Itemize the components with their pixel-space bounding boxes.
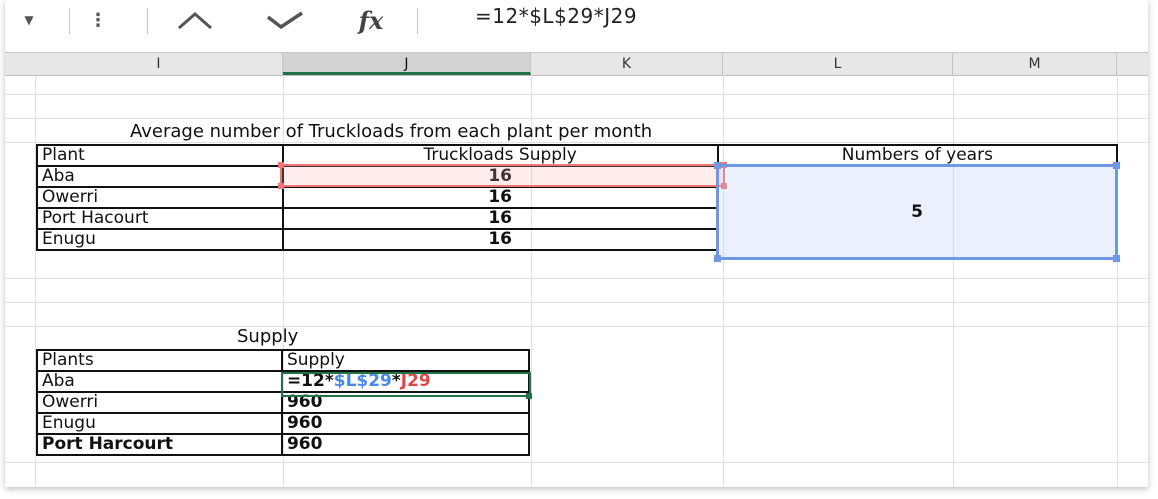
table2-title: Supply bbox=[237, 326, 299, 347]
cell-plants-enugu[interactable]: Enugu bbox=[36, 412, 283, 435]
column-header-I[interactable]: I bbox=[35, 53, 283, 75]
cell-truckloads-enugu[interactable]: 16 bbox=[281, 228, 719, 251]
grid-line bbox=[5, 118, 1148, 119]
grid-line bbox=[5, 278, 1148, 279]
grid-line bbox=[5, 326, 1148, 327]
cell-truckloads-aba[interactable]: 16 bbox=[281, 165, 719, 188]
cell-supply-owerri[interactable]: 960 bbox=[280, 391, 531, 414]
cancel-glyph bbox=[178, 12, 212, 30]
cell-plant-aba[interactable]: Aba bbox=[36, 165, 284, 188]
grid-line bbox=[723, 75, 724, 487]
grid-line bbox=[953, 75, 954, 487]
formula-bar-separator bbox=[69, 8, 70, 34]
formula-operator: * bbox=[391, 371, 401, 391]
header-years[interactable]: Numbers of years bbox=[716, 144, 1119, 167]
insert-function-button[interactable]: fx bbox=[350, 6, 392, 35]
checkmark-glyph bbox=[266, 11, 303, 30]
column-header-row: I J K L M bbox=[5, 52, 1148, 76]
chevron-down-icon[interactable]: ▼ bbox=[19, 6, 39, 34]
table1-title: Average number of Truckloads from each p… bbox=[130, 121, 653, 142]
checkmark-icon[interactable] bbox=[263, 6, 307, 34]
formula-prefix: =12* bbox=[286, 371, 334, 391]
supply-table: Plants Supply Aba =12*$L$29*J29 Owerri 9… bbox=[36, 349, 531, 456]
formula-ref-L29: $L$29 bbox=[333, 371, 392, 391]
cell-truckloads-owerri[interactable]: 16 bbox=[281, 186, 719, 209]
cell-plant-owerri[interactable]: Owerri bbox=[36, 186, 284, 209]
header-truckloads[interactable]: Truckloads Supply bbox=[281, 144, 719, 167]
cell-truckloads-porthacourt[interactable]: 16 bbox=[281, 207, 719, 230]
cell-plant-porthacourt[interactable]: Port Hacourt bbox=[36, 207, 284, 230]
grid-line bbox=[1117, 75, 1118, 487]
cell-plant-enugu[interactable]: Enugu bbox=[36, 228, 284, 251]
header-supply[interactable]: Supply bbox=[280, 349, 531, 372]
grid-line bbox=[5, 462, 1148, 463]
years-value[interactable]: 5 bbox=[716, 164, 1118, 260]
grid-line bbox=[5, 94, 1148, 95]
vertical-dots-icon[interactable]: ⋮ bbox=[87, 6, 109, 34]
cancel-icon[interactable] bbox=[173, 6, 217, 34]
grid-line bbox=[5, 302, 1148, 303]
formula-bar-separator bbox=[147, 8, 148, 34]
column-header-L[interactable]: L bbox=[723, 53, 953, 75]
formula-bar-separator bbox=[417, 8, 418, 34]
cell-supply-aba-formula[interactable]: =12*$L$29*J29 bbox=[280, 370, 531, 393]
cell-plants-owerri[interactable]: Owerri bbox=[36, 391, 283, 414]
cell-plants-portharcourt[interactable]: Port Harcourt bbox=[36, 433, 283, 456]
column-header-J[interactable]: J bbox=[283, 53, 531, 75]
cell-supply-portharcourt[interactable]: 960 bbox=[280, 433, 531, 456]
spreadsheet-window: ▼ ⋮ fx =12*$L$29*J29 I J K L M Average n… bbox=[5, 0, 1148, 487]
column-header-K[interactable]: K bbox=[531, 53, 723, 75]
formula-input[interactable]: =12*$L$29*J29 bbox=[475, 4, 637, 28]
grid-line bbox=[5, 142, 1148, 143]
formula-ref-J29: J29 bbox=[400, 371, 431, 391]
header-plant[interactable]: Plant bbox=[36, 144, 284, 167]
cell-plants-aba[interactable]: Aba bbox=[36, 370, 283, 393]
header-plants[interactable]: Plants bbox=[36, 349, 283, 372]
cell-supply-enugu[interactable]: 960 bbox=[280, 412, 531, 435]
column-header-M[interactable]: M bbox=[953, 53, 1117, 75]
fill-handle[interactable] bbox=[526, 393, 532, 399]
formula-bar: ▼ ⋮ fx =12*$L$29*J29 bbox=[5, 0, 1148, 40]
